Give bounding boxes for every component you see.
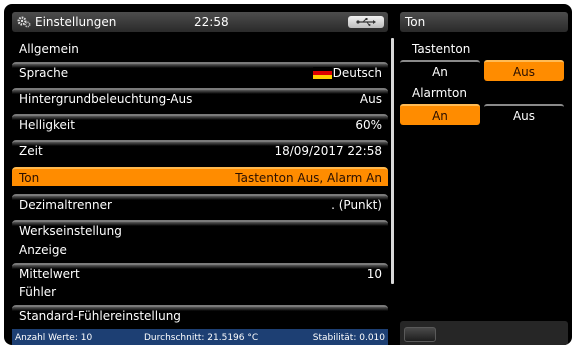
status-average: Durchschnitt: 21.5196 °C [144, 333, 259, 343]
section-sensor: Fühler [19, 285, 57, 299]
section-general: Allgemein [19, 42, 79, 56]
setting-label: Mittelwert [19, 267, 80, 281]
setting-value: 18/09/2017 22:58 [274, 144, 382, 158]
setting-language[interactable]: Sprache Deutsch [12, 62, 388, 81]
setting-factory-reset[interactable]: Werkseinstellung [12, 220, 388, 239]
setting-label: Dezimaltrenner [19, 198, 112, 212]
bottom-control-area [400, 321, 568, 345]
section-display: Anzeige [19, 243, 67, 257]
alarm-tone-label: Alarmton [412, 86, 467, 100]
settings-panel: Einstellungen 22:58 Allgemein Sprache De… [12, 12, 388, 345]
key-tone-off-button[interactable]: Aus [484, 60, 564, 81]
setting-label: Helligkeit [19, 118, 75, 132]
top-bar: Einstellungen 22:58 [12, 12, 388, 32]
status-count: Anzahl Werte: 10 [15, 333, 93, 343]
setting-sound[interactable]: Ton Tastenton Aus, Alarm An [12, 167, 388, 186]
alarm-tone-off-button[interactable]: Aus [484, 104, 564, 125]
setting-average[interactable]: Mittelwert 10 [12, 263, 388, 282]
setting-label: Ton [19, 171, 40, 185]
gear-icon [17, 16, 31, 28]
setting-label: Werkseinstellung [19, 224, 122, 238]
setting-value: Tastenton Aus, Alarm An [235, 171, 382, 185]
setting-value: 10 [366, 267, 382, 281]
alarm-tone-on-button[interactable]: An [400, 104, 480, 125]
scrollbar[interactable] [391, 38, 394, 284]
status-stability: Stabilität: 0.010 [312, 333, 385, 343]
drag-handle[interactable] [404, 327, 436, 342]
setting-backlight-off[interactable]: Hintergrundbeleuchtung-Aus Aus [12, 88, 388, 107]
setting-value: . (Punkt) [331, 198, 382, 212]
setting-label: Zeit [19, 144, 43, 158]
setting-decimal-separator[interactable]: Dezimaltrenner . (Punkt) [12, 194, 388, 213]
status-bar: Anzahl Werte: 10 Durchschnitt: 21.5196 °… [12, 329, 388, 345]
clock: 22:58 [194, 15, 229, 29]
germany-flag-icon [313, 67, 332, 79]
setting-brightness[interactable]: Helligkeit 60% [12, 114, 388, 133]
setting-value: Deutsch [332, 66, 382, 80]
setting-label: Standard-Fühlereinstellung [19, 309, 181, 323]
setting-label: Sprache [19, 66, 69, 80]
setting-value: Aus [359, 92, 382, 106]
setting-sensor-default[interactable]: Standard-Fühlereinstellung [12, 305, 388, 324]
key-tone-on-button[interactable]: An [400, 60, 480, 81]
key-tone-label: Tastenton [412, 42, 471, 56]
setting-value: 60% [355, 118, 382, 132]
page-title: Einstellungen [35, 15, 117, 29]
device-screen: Einstellungen 22:58 Allgemein Sprache De… [4, 4, 572, 345]
sound-panel: Ton Tastenton An Aus Alarmton An Aus [400, 12, 568, 345]
sound-panel-title: Ton [400, 12, 568, 32]
usb-icon [348, 16, 384, 28]
setting-label: Hintergrundbeleuchtung-Aus [19, 92, 193, 106]
setting-time[interactable]: Zeit 18/09/2017 22:58 [12, 140, 388, 159]
